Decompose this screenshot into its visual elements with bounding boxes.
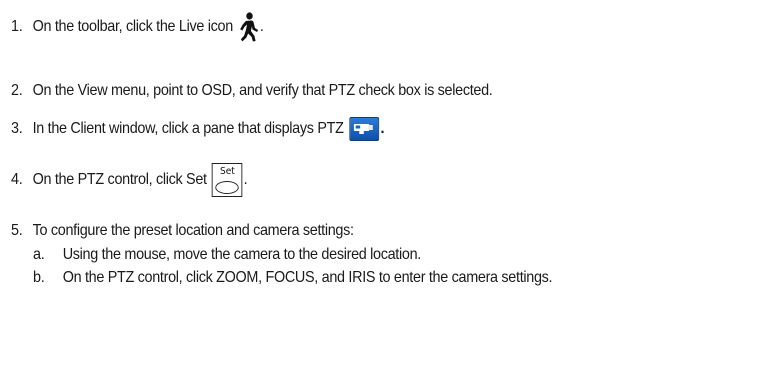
step-period: . — [380, 120, 385, 137]
set-button-label: Set — [220, 166, 235, 177]
step-2: 2. On the View menu, point to OSD, and v… — [11, 81, 493, 101]
step-text: On the View menu, point to OSD, and veri… — [32, 82, 493, 99]
step-text: In the Client window, click a pane that … — [32, 120, 344, 137]
step-3: 3. In the Client window, click a pane th… — [11, 115, 385, 143]
step-period: . — [259, 18, 264, 35]
step-number: 1. — [11, 18, 23, 35]
live-walking-person-icon — [237, 12, 259, 42]
set-button-oval — [215, 181, 240, 194]
step-number: 3. — [11, 120, 23, 137]
step-text: On the toolbar, click the Live icon — [32, 18, 234, 35]
substep-a: a. Using the mouse, move the camera to t… — [33, 245, 421, 265]
step-number: 2. — [11, 82, 23, 99]
substep-letter: b. — [33, 269, 45, 286]
substep-text: On the PTZ control, click ZOOM, FOCUS, a… — [62, 269, 553, 286]
substep-letter: a. — [33, 246, 45, 263]
substep-text: Using the mouse, move the camera to the … — [62, 246, 422, 263]
set-button-icon: Set — [212, 163, 243, 197]
step-number: 5. — [11, 222, 23, 239]
step-1: 1. On the toolbar, click the Live icon . — [11, 10, 264, 44]
step-period: . — [243, 171, 248, 188]
ptz-camera-icon — [348, 117, 379, 141]
substep-b: b. On the PTZ control, click ZOOM, FOCUS… — [33, 268, 553, 288]
step-text: On the PTZ control, click Set — [32, 171, 207, 188]
instruction-page: 1. On the toolbar, click the Live icon .… — [0, 0, 772, 372]
step-4: 4. On the PTZ control, click Set Set . — [11, 162, 248, 198]
step-number: 4. — [11, 171, 23, 188]
step-text: To configure the preset location and cam… — [32, 222, 354, 239]
step-5: 5. To configure the preset location and … — [11, 221, 354, 241]
